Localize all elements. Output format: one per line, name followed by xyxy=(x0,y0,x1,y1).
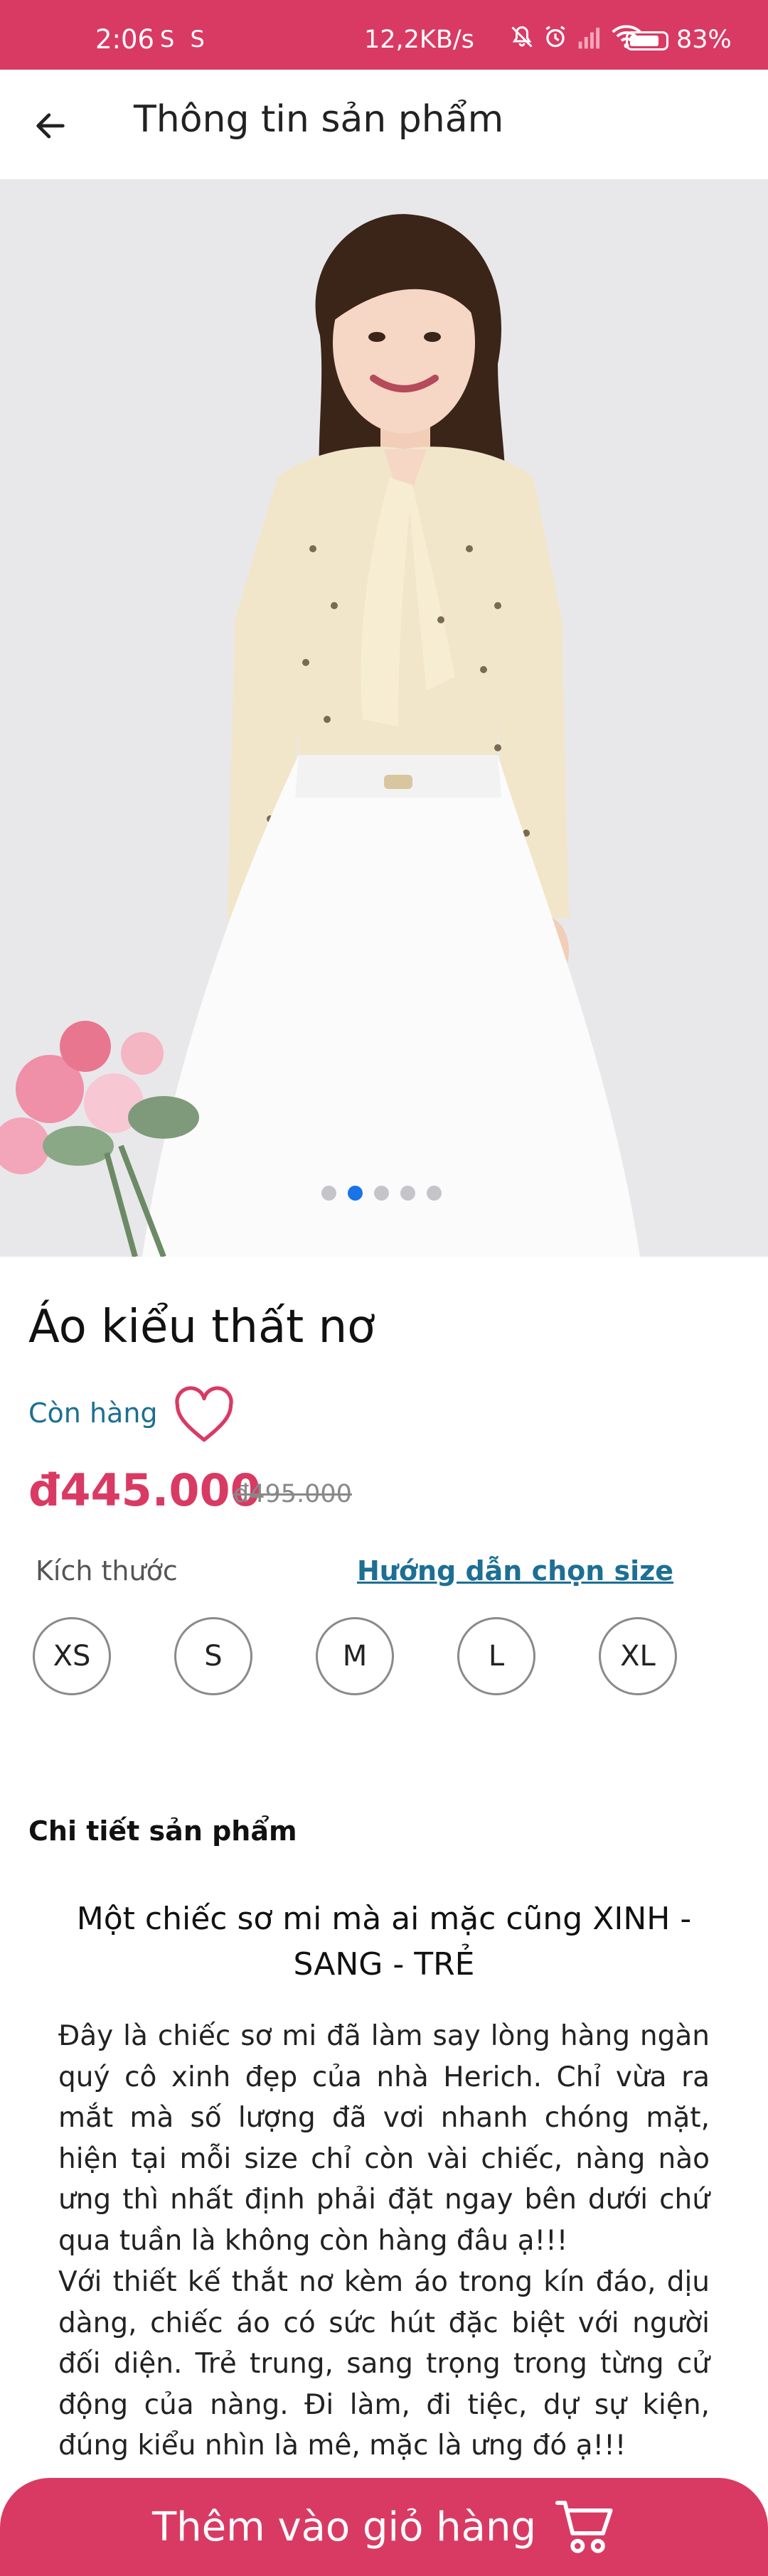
product-price: đ445.000 xyxy=(28,1464,261,1516)
battery-percent: 83% xyxy=(676,26,732,54)
size-option-s[interactable]: S xyxy=(174,1617,252,1695)
app-header: Thông tin sản phẩm xyxy=(0,70,768,179)
size-option-xs[interactable]: XS xyxy=(33,1617,111,1695)
pager-dot[interactable] xyxy=(374,1186,389,1201)
product-name: Áo kiểu thất nơ xyxy=(28,1301,375,1353)
size-option-xl[interactable]: XL xyxy=(599,1617,677,1695)
favorite-button[interactable] xyxy=(172,1385,236,1444)
description-paragraph-1: Đây là chiếc sơ mi đã làm say lòng hàng … xyxy=(58,2020,710,2257)
description-heading: Một chiếc sơ mi mà ai mặc cũng XINH - SA… xyxy=(76,1901,692,1982)
size-label: Kích thước xyxy=(36,1555,178,1587)
stock-status: Còn hàng xyxy=(28,1397,158,1429)
details-label: Chi tiết sản phẩm xyxy=(28,1815,297,1847)
status-bar: 2:06 S S 12,2KB/s 83% xyxy=(0,0,768,70)
size-option-m[interactable]: M xyxy=(316,1617,394,1695)
arrow-left-icon xyxy=(36,113,65,139)
alarm-icon xyxy=(545,26,565,48)
status-time: 2:06 xyxy=(95,24,155,55)
page-title: Thông tin sản phẩm xyxy=(134,98,504,141)
pager-dot-active[interactable] xyxy=(348,1186,363,1201)
back-button[interactable] xyxy=(26,101,75,151)
shopping-cart-icon xyxy=(555,2501,613,2553)
heart-icon xyxy=(175,1386,233,1442)
notification-icons: S S xyxy=(160,26,209,53)
mute-icon xyxy=(511,26,533,48)
product-photo xyxy=(0,179,768,1257)
add-to-cart-label: Thêm vào giỏ hàng xyxy=(151,2503,537,2550)
size-option-l[interactable]: L xyxy=(457,1617,535,1695)
product-image-carousel[interactable] xyxy=(0,179,768,1257)
size-options: XS S M L XL xyxy=(33,1617,744,1695)
pager-dot[interactable] xyxy=(400,1186,415,1201)
size-guide-link[interactable]: Hướng dẫn chọn size xyxy=(357,1555,673,1587)
pager-dot[interactable] xyxy=(427,1186,442,1201)
pager-dot[interactable] xyxy=(321,1186,336,1201)
network-speed: 12,2KB/s xyxy=(364,26,474,54)
image-pager xyxy=(321,1186,442,1201)
add-to-cart-button[interactable]: Thêm vào giỏ hàng xyxy=(0,2478,768,2576)
description-paragraph-2: Với thiết kế thắt nơ kèm áo trong kín đá… xyxy=(58,2266,710,2462)
signal-icon xyxy=(578,27,600,49)
product-old-price: đ495.000 xyxy=(233,1480,352,1508)
status-icons xyxy=(509,21,641,53)
battery-icon xyxy=(626,31,668,50)
